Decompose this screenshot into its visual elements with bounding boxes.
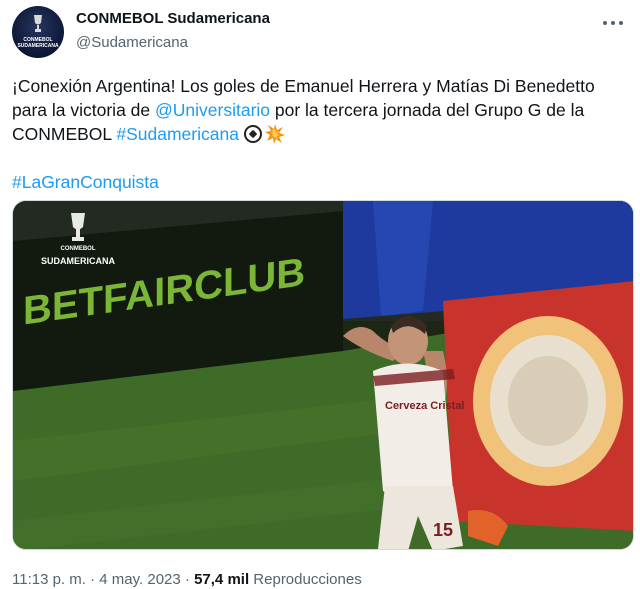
tweet-text: ¡Conexión Argentina! Los goles de Emanue… xyxy=(12,74,622,194)
meta-separator-2: · xyxy=(184,571,190,588)
author-name[interactable]: CONMEBOL Sudamericana xyxy=(76,10,270,27)
author-handle[interactable]: @Sudamericana xyxy=(76,34,188,51)
soccer-ball-icon xyxy=(243,125,262,143)
watermark-bottom-text: SUDAMERICANA xyxy=(41,256,116,266)
hashtag-sudamericana-link[interactable]: #Sudamericana xyxy=(116,124,239,144)
shirt-number: 15 xyxy=(433,520,453,540)
collision-icon xyxy=(264,124,285,144)
more-options-icon[interactable] xyxy=(602,12,624,34)
hashtag-lagranconquista-link[interactable]: #LaGranConquista xyxy=(12,172,159,192)
video-frame: BETFAIRCLUB Cerveza Cristal 15 CONMEBOL … xyxy=(13,201,633,549)
shirt-sponsor-text: Cerveza Cristal xyxy=(385,400,465,412)
tweet-video[interactable]: BETFAIRCLUB Cerveza Cristal 15 CONMEBOL … xyxy=(12,200,634,550)
avatar-label: CONMEBOL SUDAMERICANA xyxy=(17,37,59,49)
meta-separator: · xyxy=(90,571,96,588)
tweet-date[interactable]: 4 may. 2023 xyxy=(99,571,180,588)
views-count: 57,4 mil xyxy=(194,571,250,588)
views-label: Reproducciones xyxy=(253,571,362,588)
tweet-meta: 11:13 p. m. · 4 may. 2023 · 57,4 mil Rep… xyxy=(12,571,362,588)
tweet-header: CONMEBOL SUDAMERICANA CONMEBOL Sudameric… xyxy=(12,6,628,62)
avatar[interactable]: CONMEBOL SUDAMERICANA xyxy=(12,6,64,58)
watermark-top-text: CONMEBOL xyxy=(61,246,96,252)
tweet-time[interactable]: 11:13 p. m. xyxy=(12,571,86,588)
trophy-icon xyxy=(34,15,42,32)
mention-link[interactable]: @Universitario xyxy=(155,100,270,120)
